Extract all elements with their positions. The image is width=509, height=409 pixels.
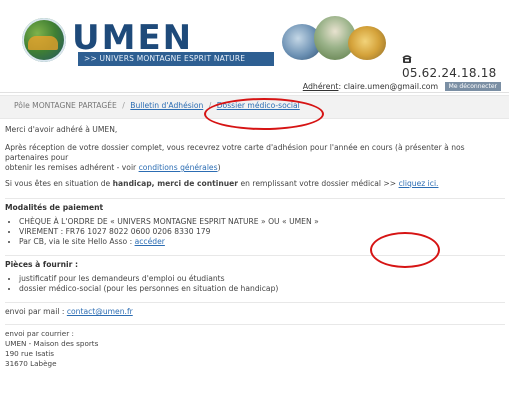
header-photo-collage (282, 16, 392, 62)
intro-text-line1: Après réception de votre dossier complet… (5, 143, 465, 162)
member-label-link[interactable]: Adhérent (303, 82, 339, 91)
member-email: claire.umen@gmail.com (343, 82, 439, 91)
phone-text: 05.62.24.18.18 (402, 66, 497, 80)
payment-item-cb: Par CB, via le site Hello Asso : accéder (19, 237, 505, 247)
breadcrumb-separator: / (208, 101, 212, 110)
account-info: Adhérent: claire.umen@gmail.com Me décon… (303, 82, 501, 91)
payment-item-virement: VIREMENT : FR76 1027 8022 0600 0206 8330… (19, 227, 505, 237)
phone-icon (402, 53, 412, 63)
main-content: Merci d'avoir adhéré à UMEN, Après récep… (5, 125, 505, 369)
documents-list: justificatif pour les demandeurs d'emplo… (5, 274, 505, 294)
breadcrumb-item-pole: Pôle MONTAGNE PARTAGÉE (14, 101, 117, 110)
greeting-text: Merci d'avoir adhéré à UMEN, (5, 125, 118, 134)
mail-send-text: envoi par mail : contact@umen.fr (5, 307, 505, 317)
header-divider (0, 92, 509, 93)
payment-cb-text: Par CB, via le site Hello Asso : (19, 237, 135, 246)
phone-number[interactable]: 05.62.24.18.18 (402, 52, 509, 80)
payment-item-cheque: CHÈQUE À L'ORDRE DE « UNIVERS MONTAGNE E… (19, 217, 505, 227)
handicap-suffix: en remplissant votre dossier médical >> (238, 179, 399, 188)
handicap-text: Si vous êtes en situation de handicap, m… (5, 179, 505, 189)
intro-text-line2: obtenir les remises adhérent - voir cond… (5, 163, 505, 173)
mail-send-prefix: envoi par mail : (5, 307, 67, 316)
document-item-dossier: dossier médico-social (pour les personne… (19, 284, 505, 294)
payment-heading: Modalités de paiement (5, 203, 104, 212)
payment-list: CHÈQUE À L'ORDRE DE « UNIVERS MONTAGNE E… (5, 217, 505, 247)
document-item-justificatif: justificatif pour les demandeurs d'emplo… (19, 274, 505, 284)
documents-heading: Pièces à fournir : (5, 260, 79, 269)
handicap-prefix: Si vous êtes en situation de (5, 179, 113, 188)
helloasso-link[interactable]: accéder (135, 237, 165, 246)
contact-email-link[interactable]: contact@umen.fr (67, 307, 133, 316)
breadcrumb-bar: Pôle MONTAGNE PARTAGÉE / Bulletin d'Adhé… (0, 95, 509, 119)
breadcrumb-separator: / (122, 101, 125, 110)
handicap-emphasis: handicap, merci de continuer (112, 179, 239, 188)
breadcrumb-item-dossier[interactable]: Dossier médico-social (217, 101, 300, 110)
post-line-4: 31670 Labège (5, 359, 57, 368)
post-line-2: UMEN - Maison des sports (5, 339, 99, 348)
post-line-1: envoi par courrier : (5, 329, 74, 338)
breadcrumb: Pôle MONTAGNE PARTAGÉE / Bulletin d'Adhé… (14, 101, 300, 110)
mountain-logo-icon[interactable] (22, 18, 66, 62)
post-line-3: 190 rue Isatis (5, 349, 55, 358)
site-header: UMEN >> UNIVERS MONTAGNE ESPRIT NATURE 0… (0, 0, 509, 80)
breadcrumb-item-bulletin[interactable]: Bulletin d'Adhésion (130, 101, 203, 110)
intro-text-prefix: obtenir les remises adhérent - voir (5, 163, 139, 172)
medical-form-link[interactable]: cliquez ici. (399, 179, 439, 188)
brand-tagline: >> UNIVERS MONTAGNE ESPRIT NATURE (78, 52, 274, 66)
logout-button[interactable]: Me déconnecter (444, 82, 501, 91)
header-photo-3 (348, 26, 386, 60)
conditions-link[interactable]: conditions générales (139, 163, 218, 172)
intro-text-suffix: ) (217, 163, 221, 172)
